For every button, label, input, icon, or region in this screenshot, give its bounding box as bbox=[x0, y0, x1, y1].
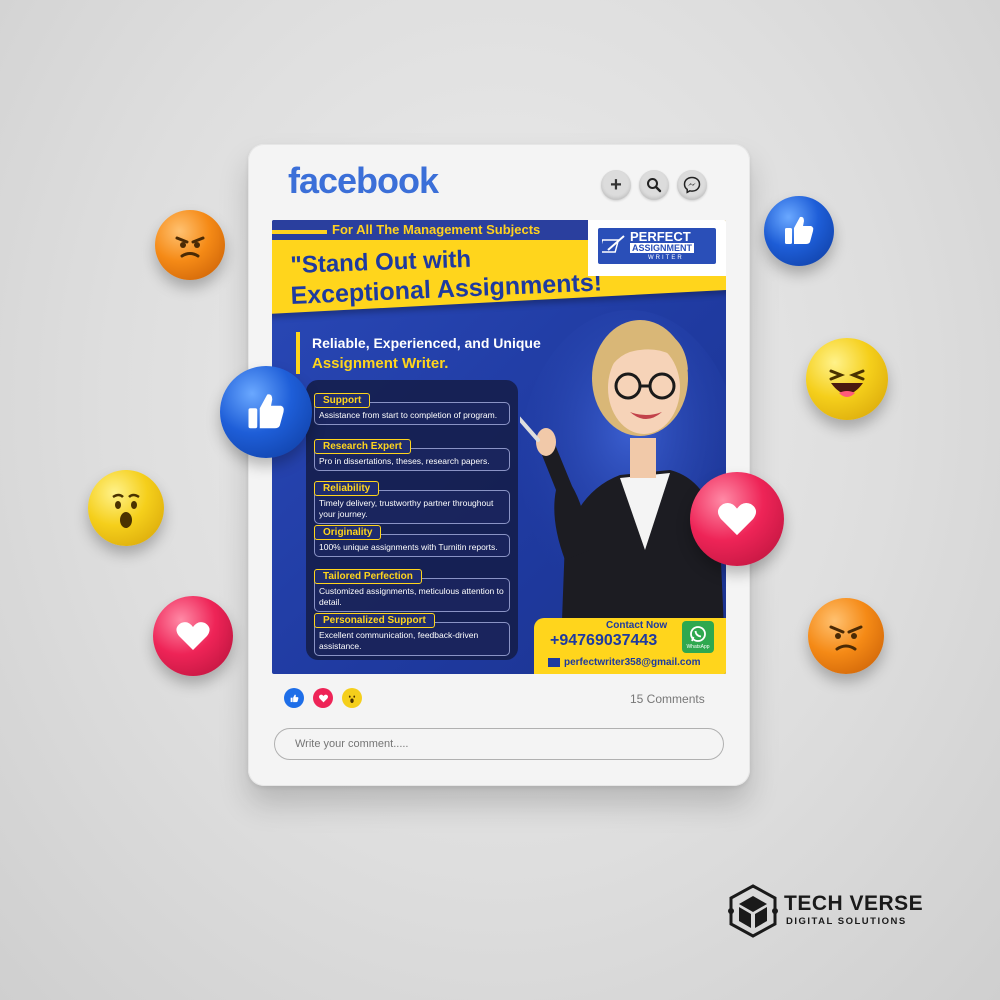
brand-tagline: DIGITAL SOLUTIONS bbox=[786, 916, 907, 927]
contact-label: Contact Now bbox=[606, 620, 668, 631]
angry-reaction-ball-right bbox=[808, 598, 884, 674]
feature-item: Personalized Support Excellent communica… bbox=[314, 610, 510, 656]
create-button[interactable]: + bbox=[601, 170, 631, 200]
facebook-post-card: facebook + For All The Management Subjec… bbox=[248, 144, 750, 786]
wow-icon bbox=[342, 688, 362, 708]
logo-text-perfect: PERFECT bbox=[630, 229, 691, 244]
love-icon bbox=[313, 688, 333, 708]
post-image[interactable]: For All The Management Subjects "Stand O… bbox=[272, 220, 726, 674]
messenger-button[interactable] bbox=[677, 170, 707, 200]
subhead-accent-bar bbox=[296, 332, 300, 374]
facebook-logo: facebook bbox=[288, 160, 439, 201]
wow-face-icon bbox=[112, 493, 140, 528]
thumbs-up-icon bbox=[248, 394, 284, 429]
search-icon bbox=[647, 178, 662, 193]
heart-icon bbox=[717, 503, 757, 536]
subhead-line2: Assignment Writer. bbox=[312, 355, 449, 372]
love-reaction-ball-bottom-left bbox=[153, 596, 233, 676]
contact-box: Contact Now +94769037443 perfectwriter35… bbox=[534, 618, 726, 674]
angry-reaction-ball-left bbox=[155, 210, 225, 280]
feature-title: Reliability bbox=[314, 481, 380, 496]
whatsapp-badge: WhatsApp bbox=[682, 621, 714, 653]
whatsapp-label: WhatsApp bbox=[686, 643, 710, 650]
mail-icon bbox=[548, 658, 560, 667]
feature-item: Tailored Perfection Customized assignmen… bbox=[314, 566, 510, 612]
feature-item: Reliability Timely delivery, trustworthy… bbox=[314, 478, 510, 524]
angry-face-icon bbox=[829, 625, 863, 651]
haha-reaction-ball bbox=[806, 338, 888, 420]
search-button[interactable] bbox=[639, 170, 669, 200]
like-reaction-ball-top-right bbox=[764, 196, 834, 266]
feature-item: Research Expert Pro in dissertations, th… bbox=[314, 436, 510, 471]
messenger-icon bbox=[683, 176, 701, 194]
love-reaction-ball-center bbox=[690, 472, 784, 566]
top-ribbon: For All The Management Subjects bbox=[272, 220, 602, 240]
brand-logo-badge: PERFECT ASSIGNMENT WRITER bbox=[598, 228, 716, 264]
ribbon-accent-line bbox=[272, 230, 327, 234]
angry-face-icon bbox=[175, 236, 205, 258]
contact-email: perfectwriter358@gmail.com bbox=[564, 657, 701, 668]
pen-paper-icon bbox=[602, 235, 625, 253]
wow-reaction-ball bbox=[88, 470, 164, 546]
top-ribbon-text: For All The Management Subjects bbox=[332, 222, 541, 237]
like-reaction-ball-center bbox=[220, 366, 312, 458]
cube-logo-icon bbox=[728, 884, 778, 938]
like-icon bbox=[284, 688, 304, 708]
whatsapp-icon bbox=[690, 625, 706, 642]
tech-verse-brand: TECH VERSE DIGITAL SOLUTIONS bbox=[728, 884, 923, 943]
comments-count[interactable]: 15 Comments bbox=[630, 692, 705, 706]
brand-logo: PERFECT ASSIGNMENT WRITER bbox=[588, 220, 726, 276]
feature-item: Support Assistance from start to complet… bbox=[314, 390, 510, 425]
subhead-line1: Reliable, Experienced, and Unique bbox=[312, 335, 541, 351]
logo-text-writer: WRITER bbox=[648, 255, 684, 261]
heart-icon bbox=[176, 622, 210, 650]
comment-input[interactable] bbox=[274, 728, 724, 760]
features-panel: Support Assistance from start to complet… bbox=[306, 380, 518, 660]
laughing-face-icon bbox=[829, 369, 865, 397]
feature-item: Originality 100% unique assignments with… bbox=[314, 522, 510, 557]
logo-text-assignment: ASSIGNMENT bbox=[630, 243, 695, 253]
feature-title: Support bbox=[314, 393, 371, 408]
brand-name: TECH VERSE bbox=[784, 892, 924, 915]
feature-title: Originality bbox=[314, 525, 382, 540]
contact-phone: +94769037443 bbox=[550, 632, 658, 649]
feature-title: Tailored Perfection bbox=[314, 569, 422, 584]
thumbs-up-icon bbox=[785, 216, 814, 244]
feature-title: Personalized Support bbox=[314, 613, 435, 628]
plus-icon: + bbox=[610, 173, 622, 196]
feature-title: Research Expert bbox=[314, 439, 411, 454]
